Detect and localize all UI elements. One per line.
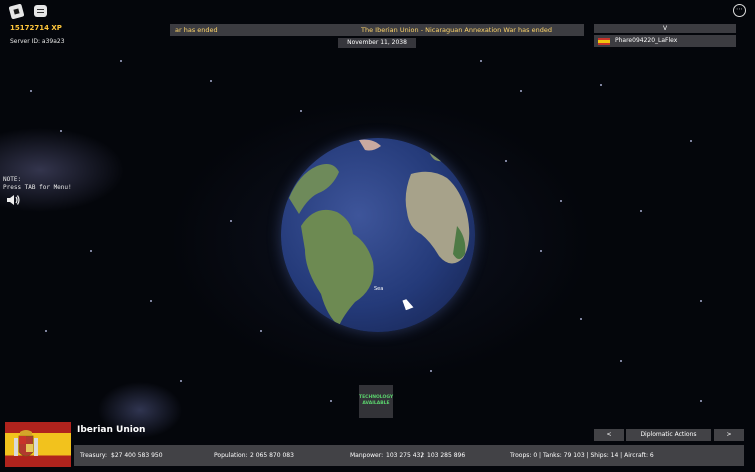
star [580, 318, 582, 320]
menu-hint: NOTE: Press TAB for Menu! [3, 176, 72, 191]
diplomacy-next-button[interactable]: > [714, 429, 744, 441]
coat-of-arms-icon [14, 430, 38, 457]
map-label-sea: Sea [374, 286, 384, 292]
player-list-item[interactable]: Phare094220_LaFlex [594, 35, 736, 47]
star [690, 140, 692, 142]
star [230, 220, 232, 222]
treasury-value: $27 400 583 950 [111, 452, 163, 459]
star [430, 370, 432, 372]
ellipsis-icon[interactable]: ⋯ [733, 4, 746, 17]
military-summary: Troops: 0 | Tanks: 79 103 | Ships: 14 | … [510, 452, 654, 459]
star [640, 210, 642, 212]
star [600, 84, 602, 86]
player-list-toggle[interactable]: V [594, 24, 736, 33]
manpower-separator: / [421, 452, 424, 459]
star [560, 200, 562, 202]
xp-counter: 15172714 XP [10, 24, 62, 32]
population-label: Population: [214, 452, 248, 459]
server-id: Server ID: a39a23 [10, 38, 65, 45]
star [330, 400, 332, 402]
globe-landmasses [289, 139, 470, 326]
country-name: Iberian Union [77, 425, 146, 435]
star [30, 90, 32, 92]
game-date: November 11, 2038 [338, 38, 416, 48]
star [45, 330, 47, 332]
star [505, 160, 507, 162]
star [260, 330, 262, 332]
manpower-label: Manpower: [350, 452, 384, 459]
manpower-max: 103 285 896 [427, 452, 466, 459]
star [620, 360, 622, 362]
news-ticker: ar has ended The Iberian Union - Nicarag… [170, 24, 584, 36]
star [120, 60, 122, 62]
star [300, 110, 302, 112]
star [700, 300, 702, 302]
country-flag[interactable] [5, 422, 71, 467]
star [540, 250, 542, 252]
star [480, 60, 482, 62]
star [210, 80, 212, 82]
star [60, 130, 62, 132]
diplomatic-actions-button[interactable]: Diplomatic Actions [626, 429, 711, 441]
player-name: Phare094220_LaFlex [615, 37, 678, 44]
world-globe[interactable] [281, 138, 475, 332]
diplomacy-prev-button[interactable]: < [594, 429, 624, 441]
speaker-icon[interactable] [6, 194, 20, 206]
population-value: 2 065 870 083 [250, 452, 294, 459]
country-stats-bar: Treasury: $27 400 583 950 Population: 2 … [74, 445, 744, 466]
manpower-current: 103 275 432 [386, 452, 425, 459]
star [700, 400, 702, 402]
star [520, 90, 522, 92]
chat-icon[interactable] [34, 5, 47, 17]
tech-line-2: AVAILABLE [362, 401, 390, 406]
technology-available-button[interactable]: TECHNOLOGY AVAILABLE [359, 385, 393, 418]
news-ticker-headline: The Iberian Union - Nicaraguan Annexatio… [361, 26, 552, 34]
news-ticker-previous: ar has ended [175, 26, 218, 34]
star [180, 380, 182, 382]
star [90, 250, 92, 252]
star [150, 300, 152, 302]
player-flag-icon [598, 38, 610, 45]
treasury-label: Treasury: [80, 452, 108, 459]
